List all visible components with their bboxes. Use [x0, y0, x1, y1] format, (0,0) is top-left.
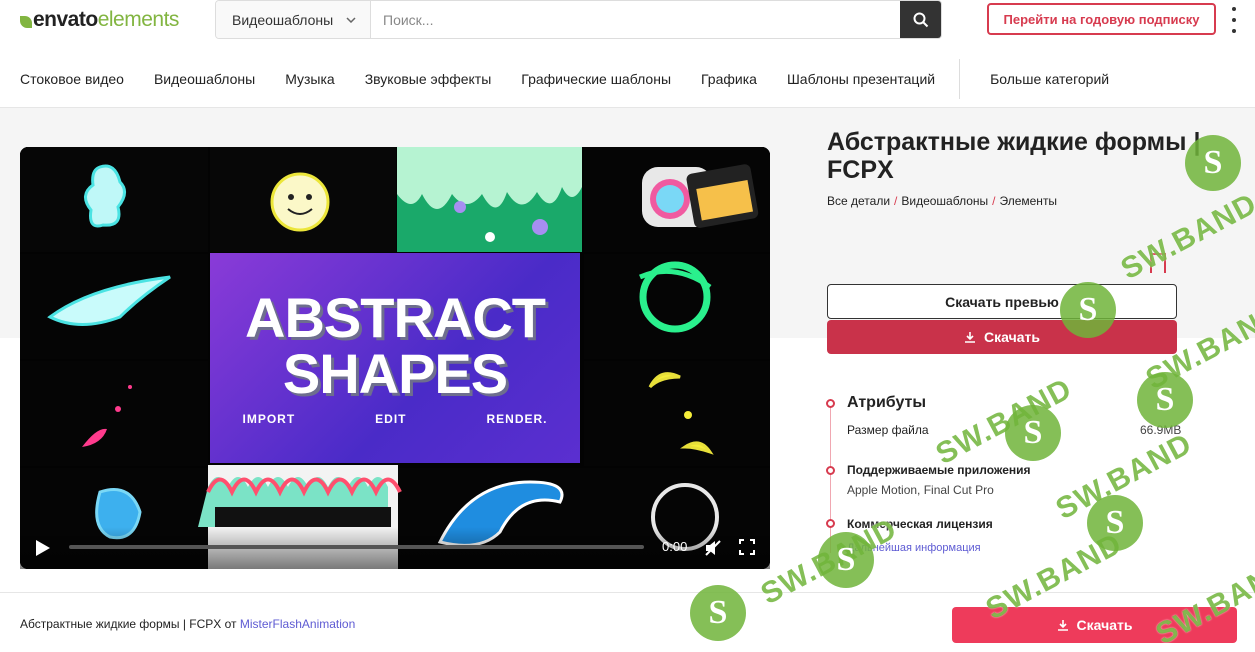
attributes-timeline	[830, 403, 831, 553]
nav-item-graphics[interactable]: Графика	[701, 71, 757, 87]
breadcrumb-video-templates[interactable]: Видеошаблоны	[901, 194, 988, 208]
search-category-label: Видеошаблоны	[232, 11, 334, 28]
search-button[interactable]	[900, 1, 941, 38]
footer-item-info: Абстрактные жидкие формы | FCPX от Miste…	[20, 617, 355, 631]
title-card-subtitle: IMPORT EDIT RENDER.	[242, 412, 547, 426]
download-preview-button[interactable]: Скачать превью	[827, 284, 1177, 319]
nav-item-graphic-templates[interactable]: Графические шаблоны	[521, 71, 671, 87]
nav-item-sound-effects[interactable]: Звуковые эффекты	[365, 71, 492, 87]
leaf-icon	[20, 16, 32, 28]
envato-logo[interactable]: envato elements	[20, 8, 179, 32]
sticky-footer: Абстрактные жидкие формы | FCPX от Miste…	[0, 592, 1255, 646]
download-icon	[1057, 620, 1068, 631]
footer-download-button[interactable]: Скачать	[952, 607, 1237, 643]
nav-item-stock-video[interactable]: Стоковое видео	[20, 71, 124, 87]
author-link[interactable]: MisterFlashAnimation	[240, 617, 355, 631]
timeline-dot	[826, 466, 835, 475]
watermark-logo-icon: S	[1137, 372, 1193, 428]
nav-item-music[interactable]: Музыка	[285, 71, 335, 87]
supported-apps-value: Apple Motion, Final Cut Pro	[847, 483, 994, 497]
download-button-label: Скачать	[984, 329, 1040, 345]
logo-text-elements: elements	[97, 8, 180, 31]
mute-icon[interactable]	[704, 539, 722, 557]
fullscreen-icon[interactable]	[739, 539, 755, 555]
search-category-select[interactable]: Видеошаблоны	[216, 1, 371, 38]
filesize-value: 66.9MB	[1140, 423, 1182, 437]
search-icon	[913, 12, 928, 27]
attributes-heading: Атрибуты	[847, 394, 927, 411]
timeline-dot	[826, 519, 835, 528]
title-card-sub-render: RENDER.	[486, 412, 548, 426]
nav-item-video-templates[interactable]: Видеошаблоны	[154, 71, 255, 87]
top-bar: envatoelements Видеошаблоны Перейти на г…	[0, 0, 1255, 50]
title-card-sub-edit: EDIT	[375, 412, 407, 426]
footer-download-label: Скачать	[1076, 617, 1133, 633]
video-progress-bar[interactable]	[69, 545, 644, 549]
breadcrumb: Все детали / Видеошаблоны / Элементы	[827, 194, 1057, 208]
watermark-logo-icon: S	[1087, 495, 1143, 551]
subscribe-annual-button[interactable]: Перейти на годовую подписку	[987, 3, 1216, 35]
nav-divider	[959, 58, 961, 99]
logo-text-envato: envato	[33, 8, 98, 31]
video-title-card: ABSTRACT SHAPES IMPORT EDIT RENDER.	[210, 253, 580, 463]
supported-apps-label: Поддерживаемые приложения	[847, 463, 1031, 477]
filesize-label: Размер файла	[847, 423, 929, 437]
more-options-icon[interactable]	[1230, 7, 1238, 33]
watermark-logo-icon: S	[1005, 405, 1061, 461]
timeline-dot	[826, 399, 835, 408]
more-info-link[interactable]: Дальнейшая информация	[847, 542, 981, 554]
download-icon	[965, 332, 976, 343]
video-time: 0:00	[662, 539, 688, 554]
video-player[interactable]: ABSTRACT SHAPES IMPORT EDIT RENDER.	[20, 147, 770, 569]
search-input[interactable]	[371, 1, 900, 38]
search-bar: Видеошаблоны	[215, 0, 942, 39]
category-nav: Стоковое видео Видеошаблоны Музыка Звуко…	[0, 50, 1255, 108]
title-card-line2: SHAPES	[282, 342, 508, 405]
commercial-license-label: Коммерческая лицензия	[847, 517, 993, 531]
breadcrumb-separator: /	[894, 194, 898, 208]
bookmark-icon[interactable]	[1150, 253, 1166, 273]
breadcrumb-all-details[interactable]: Все детали	[827, 194, 890, 208]
chevron-down-icon	[346, 16, 356, 23]
nav-item-more-categories[interactable]: Больше категорий	[990, 71, 1109, 87]
play-icon[interactable]	[35, 539, 51, 557]
download-button[interactable]: Скачать	[827, 320, 1177, 354]
item-title: Абстрактные жидкие формы | FCPX	[827, 128, 1201, 184]
title-card-line1: ABSTRACT	[245, 286, 546, 349]
title-card-sub-import: IMPORT	[242, 412, 296, 426]
watermark-text: SW.BAND	[930, 372, 1078, 472]
footer-item-text: Абстрактные жидкие формы | FCPX от	[20, 617, 237, 631]
watermark-text: SW.BAND	[1050, 427, 1198, 527]
nav-item-presentation-templates[interactable]: Шаблоны презентаций	[787, 71, 935, 87]
watermark-logo-icon: S	[818, 532, 874, 588]
breadcrumb-separator: /	[992, 194, 996, 208]
breadcrumb-elements[interactable]: Элементы	[999, 194, 1057, 208]
